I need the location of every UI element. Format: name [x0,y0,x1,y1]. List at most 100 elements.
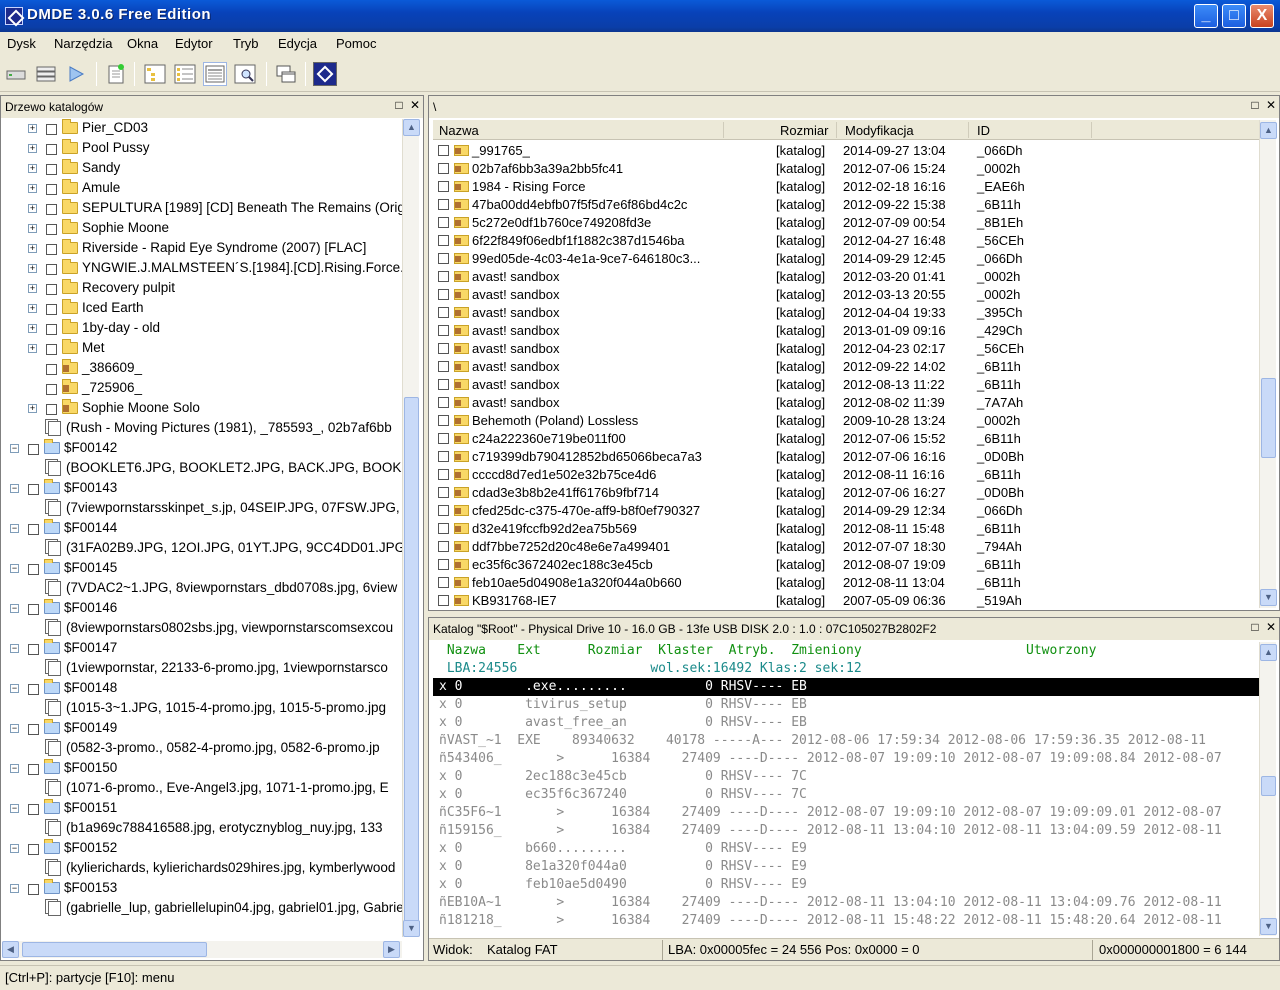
tree-node-checkbox[interactable] [28,604,39,615]
tree-node-checkbox[interactable] [28,804,39,815]
dir-entry-row[interactable]: x 0 8e1a320f044a0 0 RHSV---- E9 [433,858,1259,876]
scroll-down-icon[interactable]: ▼ [1260,589,1277,606]
dir-vertical-scrollbar[interactable]: ▲ ▼ [1259,642,1277,936]
expand-icon[interactable]: + [28,344,37,353]
menu-tryb[interactable]: Tryb [233,36,259,51]
collapse-icon[interactable]: − [10,484,19,493]
tree-node-checkbox[interactable] [46,364,57,375]
tree-node-checkbox[interactable] [46,324,57,335]
row-checkbox[interactable] [438,343,449,354]
dir-entry-row[interactable]: ñVAST_~1 EXE 89340632 40178 -----A--- 20… [433,732,1259,750]
column-header-name[interactable]: Nazwa [439,123,479,138]
list-view-icon[interactable] [173,62,197,86]
tree-node-checkbox[interactable] [28,724,39,735]
dir-entry-row[interactable]: ñ181218_ > 16384 27409 ----D---- 2012-08… [433,912,1259,930]
dir-entry-row[interactable]: ñ159156_ > 16384 27409 ----D---- 2012-08… [433,822,1259,840]
tree-node-checkbox[interactable] [46,164,57,175]
file-row[interactable]: ec35f6c3672402ec188c3e45cb [katalog] 2012-… [433,556,1259,574]
dir-entry-row[interactable]: x 0 b660......... 0 RHSV---- E9 [433,840,1259,858]
tree-node[interactable]: + YNGWIE.J.MALMSTEEN´S.[1984].[CD].Rising… [2,259,402,279]
dir-entry-row[interactable]: x 0 avast_free_an 0 RHSV---- EB [433,714,1259,732]
row-checkbox[interactable] [438,523,449,534]
tree-node[interactable]: (1071-6-promo., Eve-Angel3.jpg, 1071-1-p… [2,779,402,799]
collapse-icon[interactable]: − [10,884,19,893]
file-row[interactable]: cfed25dc-c375-470e-aff9-b8f0ef790327 [kat… [433,502,1259,520]
file-row[interactable]: avast! sandbox [katalog] 2012-03-20 01:41 _… [433,268,1259,286]
expand-icon[interactable]: + [28,184,37,193]
tree-node-checkbox[interactable] [46,144,57,155]
dir-entry-row[interactable]: ñC35F6~1 > 16384 27409 ----D---- 2012-08… [433,804,1259,822]
row-checkbox[interactable] [438,415,449,426]
tree-node-checkbox[interactable] [46,404,57,415]
scroll-left-icon[interactable]: ◀ [2,941,19,958]
dir-entry-row[interactable]: x 0 ec35f6c367240 0 RHSV---- 7C [433,786,1259,804]
collapse-icon[interactable]: − [10,564,19,573]
file-row[interactable]: 02b7af6bb3a39a2bb5fc41 [katalog] 2012-07-0… [433,160,1259,178]
tree-node-checkbox[interactable] [28,684,39,695]
tree-node[interactable]: − $F00147 [2,639,402,659]
file-row[interactable]: avast! sandbox [katalog] 2012-04-04 19:33 _… [433,304,1259,322]
tree-node[interactable]: + Sandy [2,159,402,179]
tree-node-checkbox[interactable] [46,184,57,195]
tree-node-checkbox[interactable] [28,764,39,775]
file-row[interactable]: ccccd8d7ed1e502e32b75ce4d6 [katalog] 2012-… [433,466,1259,484]
file-row[interactable]: avast! sandbox [katalog] 2012-04-23 02:17 _… [433,340,1259,358]
tree-node[interactable]: + SEPULTURA [1989] [CD] Beneath The Remai… [2,199,402,219]
row-checkbox[interactable] [438,487,449,498]
menu-pomoc[interactable]: Pomoc [336,36,376,51]
file-row[interactable]: ddf7bbe7252d20c48e6e7a499401 [katalog] 201… [433,538,1259,556]
row-checkbox[interactable] [438,577,449,588]
file-row[interactable]: _991765_ [katalog] 2014-09-27 13:04 _066Dh [433,142,1259,160]
tree-node[interactable]: + Amule [2,179,402,199]
file-row[interactable]: 5c272e0df1b760ce749208fd3e [katalog] 2012-… [433,214,1259,232]
tree-node[interactable]: (0582-3-promo., 0582-4-promo.jpg, 0582-6… [2,739,402,759]
collapse-icon[interactable]: − [10,644,19,653]
tree-node-checkbox[interactable] [28,564,39,575]
tree-node-checkbox[interactable] [46,244,57,255]
tree-node[interactable]: + Recovery pulpit [2,279,402,299]
new-file-icon[interactable] [104,62,128,86]
search-view-icon[interactable] [233,62,257,86]
collapse-icon[interactable]: − [10,444,19,453]
collapse-icon[interactable]: − [10,724,19,733]
tree-node[interactable]: (1015-3~1.JPG, 1015-4-promo.jpg, 1015-5-… [2,699,402,719]
tree-vertical-scrollbar[interactable]: ▲ ▼ [402,119,420,937]
dir-entry-row[interactable]: x 0 .exe......... 0 RHSV---- EB [433,678,1259,696]
tree-node[interactable]: (7VDAC2~1.JPG, 8viewpornstars_dbd0708s.j… [2,579,402,599]
row-checkbox[interactable] [438,505,449,516]
tree-node[interactable]: − $F00149 [2,719,402,739]
collapse-icon[interactable]: − [10,764,19,773]
tree-node[interactable]: + Pier_CD03 [2,119,402,139]
dir-entry-row[interactable]: x 0 feb10ae5d0490 0 RHSV---- E9 [433,876,1259,894]
column-separator[interactable] [723,122,724,138]
tree-node-checkbox[interactable] [46,224,57,235]
minimize-button[interactable]: _ [1194,4,1218,28]
tree-node-checkbox[interactable] [46,384,57,395]
tree-node[interactable]: − $F00145 [2,559,402,579]
tree-node[interactable]: (Rush - Moving Pictures (1981), _785593_… [2,419,402,439]
row-checkbox[interactable] [438,469,449,480]
tree-node[interactable]: + Sophie Moone [2,219,402,239]
column-separator[interactable] [836,122,837,138]
tree-view-icon[interactable] [143,62,167,86]
close-icon[interactable]: ✕ [410,98,420,112]
collapse-icon[interactable]: − [10,524,19,533]
column-header-id[interactable]: ID [977,123,990,138]
menu-okna[interactable]: Okna [127,36,158,51]
row-checkbox[interactable] [438,307,449,318]
row-checkbox[interactable] [438,271,449,282]
expand-icon[interactable]: + [28,124,37,133]
close-icon[interactable]: ✕ [1266,98,1276,112]
file-row[interactable]: avast! sandbox [katalog] 2012-08-13 11:22 _… [433,376,1259,394]
expand-icon[interactable]: + [28,264,37,273]
menu-edycja[interactable]: Edycja [278,36,317,51]
file-row[interactable]: avast! sandbox [katalog] 2012-03-13 20:55 _… [433,286,1259,304]
expand-icon[interactable]: + [28,204,37,213]
file-row[interactable]: 6f22f849f06edbf1f1882c387d1546ba [katalog… [433,232,1259,250]
maximize-button[interactable]: □ [1222,4,1246,28]
tree-node[interactable]: − $F00151 [2,799,402,819]
disk-icon[interactable] [4,62,28,86]
scroll-up-icon[interactable]: ▲ [1260,644,1277,661]
partitions-icon[interactable] [34,62,58,86]
file-row[interactable]: feb10ae5d04908e1a320f044a0b660 [katalog] 2… [433,574,1259,592]
